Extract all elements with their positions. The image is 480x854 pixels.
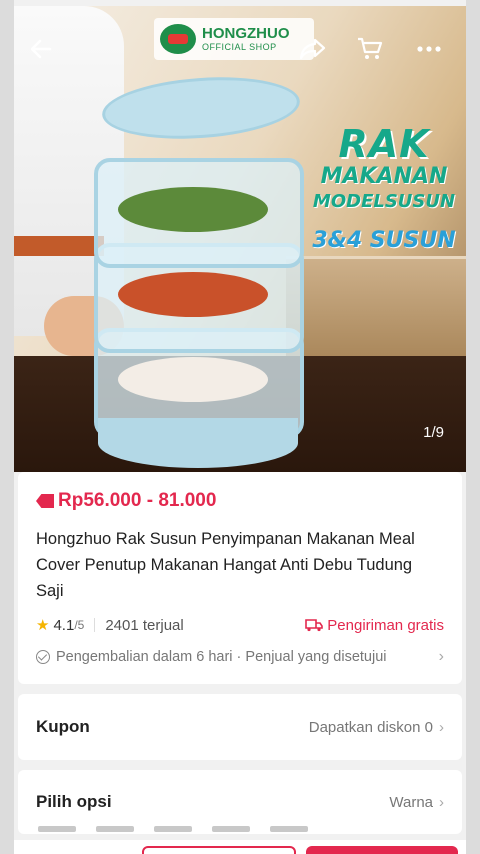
kitchen-background: [286, 256, 466, 366]
sold-count: 2401 terjual: [105, 616, 184, 634]
brand-name: HONGZHUO: [202, 25, 290, 42]
brand-subtitle: OFFICIAL SHOP: [202, 42, 277, 52]
arrow-left-icon[interactable]: [26, 36, 56, 66]
brand-logo-icon: [160, 24, 196, 54]
brand-logo: HONGZHUO OFFICIAL SHOP: [154, 18, 314, 60]
option-thumbnail[interactable]: [96, 826, 134, 832]
free-shipping-badge[interactable]: Pengiriman gratis: [305, 617, 444, 634]
promo-line-4: 3&4 SUSUN: [312, 228, 456, 253]
buy-now-button[interactable]: [306, 846, 458, 854]
rating-value: 4.1: [53, 616, 75, 634]
option-thumbnail[interactable]: [154, 826, 192, 832]
select-options-row[interactable]: Pilih opsi Warna ›: [18, 770, 462, 834]
image-counter: 1/9: [423, 424, 444, 441]
rack-lid: [100, 71, 302, 145]
more-dots-icon[interactable]: [414, 36, 444, 66]
options-value: Warna: [389, 793, 433, 811]
option-thumbnails: [38, 826, 458, 836]
promo-line-1: RAK: [338, 122, 430, 166]
coupon-row[interactable]: Kupon Dapatkan diskon 0 ›: [18, 694, 462, 760]
divider: [94, 618, 96, 632]
rating-max: /5: [74, 618, 85, 632]
chevron-right-icon: ›: [439, 793, 444, 811]
coupon-value: Dapatkan diskon 0: [308, 718, 433, 736]
rack-tier-food: [118, 187, 268, 232]
product-info-card: Rp56.000 - 81.000 Hongzhuo Rak Susun Pen…: [18, 472, 462, 684]
chevron-right-icon: ›: [438, 648, 444, 665]
promo-line-2: MAKANAN: [320, 164, 448, 189]
return-policy-row[interactable]: Pengembalian dalam 6 hari · Penjual yang…: [36, 648, 444, 666]
apron-strap: [14, 236, 104, 256]
food-rack-image: [94, 71, 304, 468]
option-thumbnail[interactable]: [212, 826, 250, 832]
share-icon[interactable]: [298, 36, 328, 66]
product-title: Hongzhuo Rak Susun Penyimpanan Makanan M…: [36, 530, 415, 600]
options-label: Pilih opsi: [36, 792, 112, 811]
star-icon: ★: [36, 617, 50, 634]
product-image-carousel[interactable]: RAK MAKANAN MODELSUSUN 3&4 SUSUN HONGZHU…: [14, 6, 466, 472]
rack-tier-food: [118, 357, 268, 402]
option-thumbnail[interactable]: [270, 826, 308, 832]
rack-tier-top: [94, 158, 304, 268]
rack-base: [98, 418, 298, 468]
product-price: Rp56.000 - 81.000: [58, 490, 217, 511]
coupon-label: Kupon: [36, 717, 90, 736]
rack-tier-food: [118, 272, 268, 317]
truck-icon: [305, 619, 324, 632]
promo-line-3: MODELSUSUN: [312, 191, 456, 212]
price-tag-icon: [36, 494, 54, 508]
chevron-right-icon: ›: [439, 718, 444, 736]
promo-text: RAK MAKANAN MODELSUSUN 3&4 SUSUN: [304, 124, 464, 253]
check-circle-icon: [36, 650, 50, 664]
shipping-text: Pengiriman gratis: [327, 616, 444, 634]
option-thumbnail[interactable]: [38, 826, 76, 832]
cart-icon[interactable]: [355, 36, 385, 66]
product-page: RAK MAKANAN MODELSUSUN 3&4 SUSUN HONGZHU…: [14, 0, 466, 854]
return-policy-text: Pengembalian dalam 6 hari · Penjual yang…: [56, 649, 387, 665]
add-to-cart-button[interactable]: [142, 846, 296, 854]
